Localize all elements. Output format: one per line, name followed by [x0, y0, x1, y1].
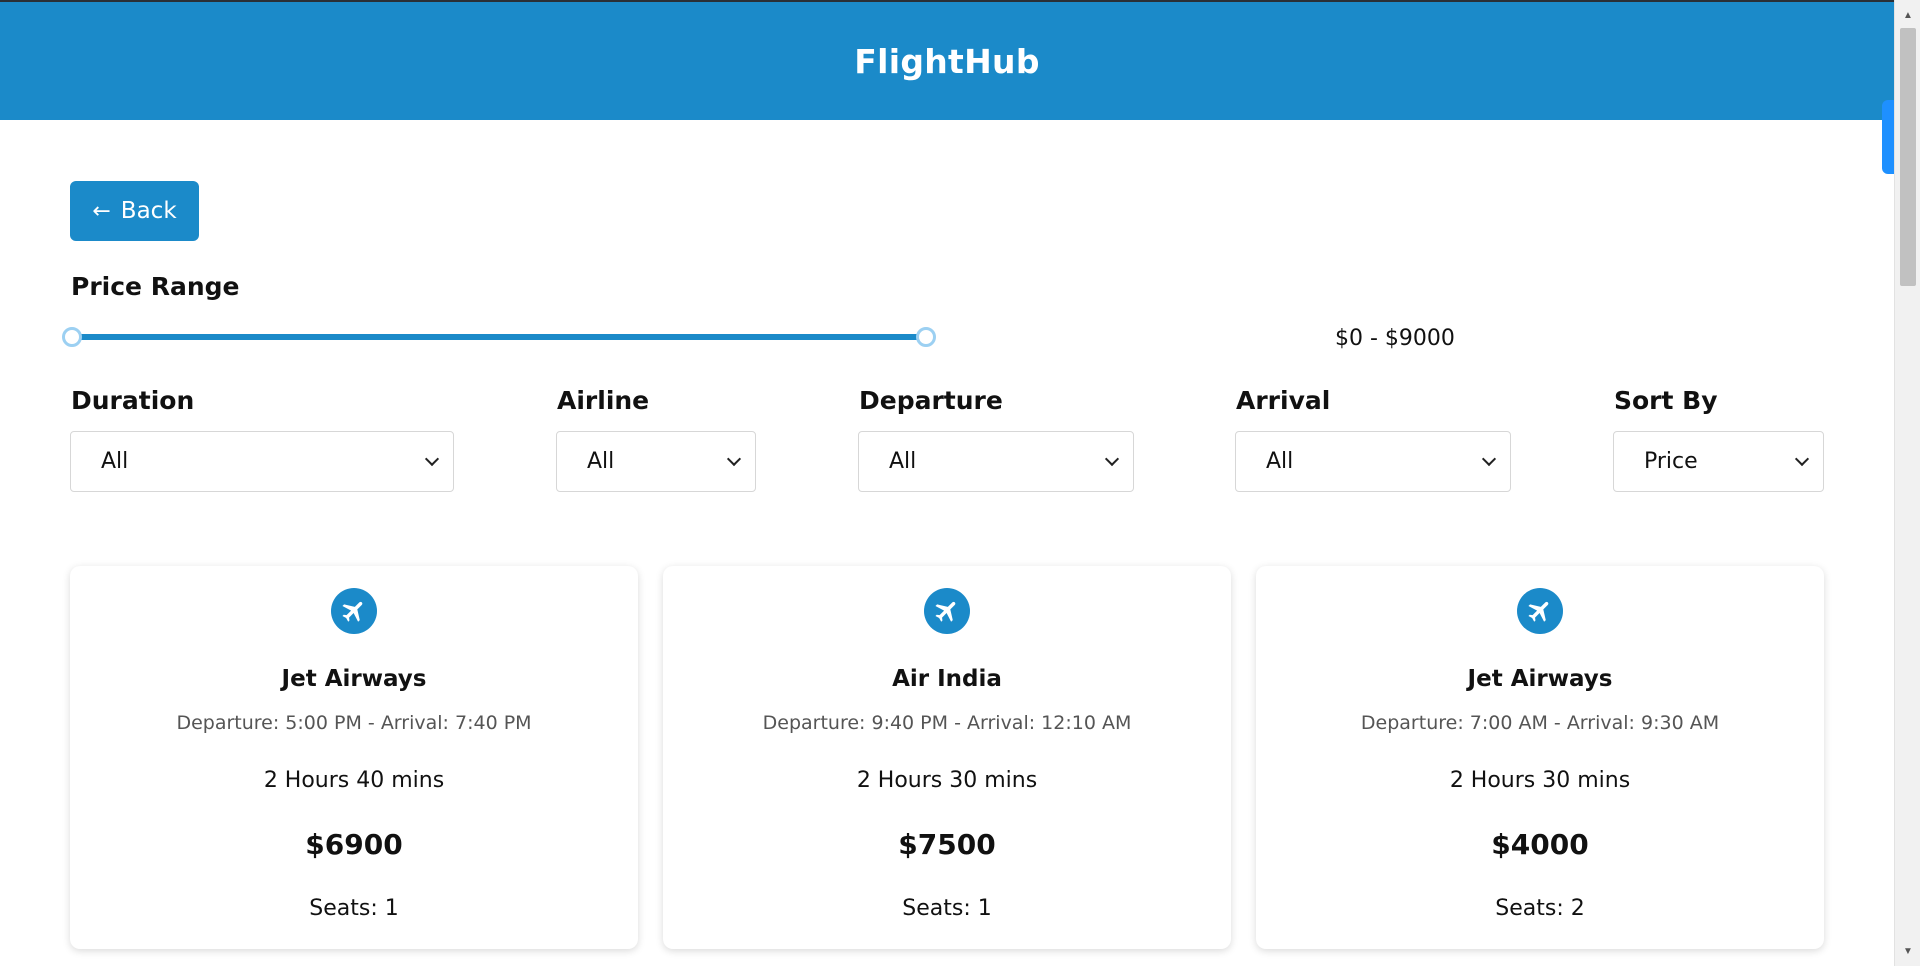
flight-card[interactable]: Air India Departure: 9:40 PM - Arrival: … — [663, 566, 1231, 949]
flight-card[interactable]: Jet Airways Departure: 7:00 AM - Arrival… — [1256, 566, 1824, 949]
back-button-label: Back — [120, 198, 177, 224]
airplane-icon — [331, 588, 377, 634]
airline-label: Airline — [557, 386, 650, 415]
chevron-down-icon — [424, 451, 440, 466]
arrival-label: Arrival — [1236, 386, 1331, 415]
arrival-filter: Arrival All — [1235, 386, 1511, 492]
arrow-left-icon: ← — [92, 198, 111, 224]
chevron-down-icon — [726, 451, 742, 466]
scroll-down-icon[interactable]: ▼ — [1895, 940, 1920, 962]
flight-seats: Seats: 2 — [1495, 896, 1585, 921]
sort-by-select-value: Price — [1644, 449, 1698, 474]
departure-filter: Departure All — [858, 386, 1134, 492]
duration-filter: Duration All — [70, 386, 454, 492]
airline-select[interactable]: All — [556, 431, 756, 492]
flight-seats: Seats: 1 — [902, 896, 992, 921]
arrival-select[interactable]: All — [1235, 431, 1511, 492]
time-separator: - — [954, 712, 961, 734]
flight-price: $6900 — [305, 828, 403, 861]
airplane-icon — [1517, 588, 1563, 634]
flight-arrival: Arrival: 12:10 AM — [967, 712, 1132, 734]
scroll-up-icon[interactable]: ▲ — [1895, 4, 1920, 26]
flight-arrival: Arrival: 9:30 AM — [1566, 712, 1720, 734]
page: FlightHub ▲ ▼ ← Back Price Range $0 - $9… — [0, 0, 1920, 966]
departure-label: Departure — [859, 386, 1003, 415]
app-title: FlightHub — [854, 41, 1040, 81]
app-header: FlightHub — [0, 2, 1894, 120]
slider-max-handle[interactable] — [916, 327, 936, 347]
scrollbar-thumb[interactable] — [1900, 28, 1916, 286]
chevron-down-icon — [1794, 451, 1810, 466]
departure-select[interactable]: All — [858, 431, 1134, 492]
duration-label: Duration — [71, 386, 195, 415]
back-button[interactable]: ← Back — [70, 181, 199, 241]
slider-min-handle[interactable] — [62, 327, 82, 347]
price-range-label: Price Range — [71, 272, 240, 301]
flight-times: Departure: 9:40 PM - Arrival: 12:10 AM — [663, 712, 1231, 734]
sort-by-select[interactable]: Price — [1613, 431, 1824, 492]
arrival-select-value: All — [1266, 449, 1294, 474]
flight-airline: Jet Airways — [281, 666, 427, 692]
flight-seats: Seats: 1 — [309, 896, 399, 921]
sort-by-label: Sort By — [1614, 386, 1718, 415]
price-range-slider[interactable] — [62, 323, 936, 351]
flight-price: $7500 — [898, 828, 996, 861]
vertical-scrollbar[interactable]: ▲ ▼ — [1894, 0, 1920, 966]
side-tab[interactable] — [1882, 100, 1894, 174]
chevron-down-icon — [1481, 451, 1497, 466]
flight-duration: 2 Hours 30 mins — [1449, 768, 1631, 793]
departure-select-value: All — [889, 449, 917, 474]
flight-duration: 2 Hours 40 mins — [263, 768, 445, 793]
flight-airline: Air India — [892, 666, 1002, 692]
airline-select-value: All — [587, 449, 615, 474]
time-separator: - — [1553, 712, 1561, 734]
flight-arrival: Arrival: 7:40 PM — [380, 712, 532, 734]
flight-times: Departure: 5:00 PM - Arrival: 7:40 PM — [70, 712, 638, 734]
flight-price: $4000 — [1491, 828, 1589, 861]
slider-track — [70, 334, 928, 340]
flight-times: Departure: 7:00 AM - Arrival: 9:30 AM — [1256, 712, 1824, 734]
price-range-value: $0 - $9000 — [1335, 326, 1455, 351]
flight-card[interactable]: Jet Airways Departure: 5:00 PM - Arrival… — [70, 566, 638, 949]
flight-departure: Departure: 9:40 PM — [762, 712, 949, 734]
time-separator: - — [367, 712, 375, 734]
airline-filter: Airline All — [556, 386, 756, 492]
sort-by-filter: Sort By Price — [1613, 386, 1824, 492]
flight-departure: Departure: 7:00 AM — [1360, 712, 1548, 734]
duration-select[interactable]: All — [70, 431, 454, 492]
duration-select-value: All — [101, 449, 129, 474]
airplane-icon — [924, 588, 970, 634]
flight-departure: Departure: 5:00 PM — [176, 712, 362, 734]
chevron-down-icon — [1104, 451, 1120, 466]
flight-airline: Jet Airways — [1467, 666, 1613, 692]
flight-duration: 2 Hours 30 mins — [856, 768, 1038, 793]
